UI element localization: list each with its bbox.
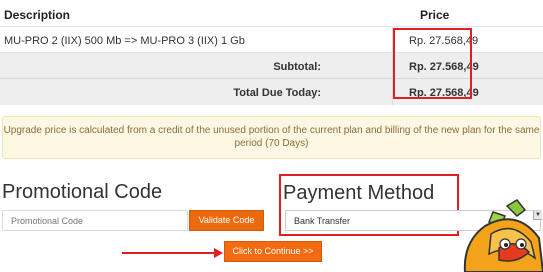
payment-title: Payment Method: [283, 182, 435, 204]
notice-line-1: Upgrade price is calculated from a credi…: [3, 125, 540, 136]
notice-line-2: period (70 Days): [234, 138, 309, 149]
price-highlight-box: [393, 28, 472, 99]
continue-button[interactable]: Click to Continue >>: [224, 241, 322, 262]
promo-title: Promotional Code: [2, 181, 163, 203]
upgrade-notice: Upgrade price is calculated from a credi…: [2, 116, 541, 159]
mascot-character-icon: [463, 199, 543, 272]
validate-code-button[interactable]: Validate Code: [189, 210, 264, 231]
header-price: Price: [420, 8, 450, 22]
total-due-label: Total Due Today:: [233, 87, 321, 99]
item-description: MU-PRO 2 (IIX) 500 Mb => MU-PRO 3 (IIX) …: [4, 35, 245, 47]
pointer-arrow-icon: [214, 248, 223, 258]
table-header: Description Price: [0, 0, 543, 26]
pointer-arrow-line: [122, 252, 218, 254]
promo-code-input[interactable]: [2, 210, 188, 231]
header-description: Description: [4, 8, 71, 22]
subtotal-label: Subtotal:: [273, 61, 321, 73]
